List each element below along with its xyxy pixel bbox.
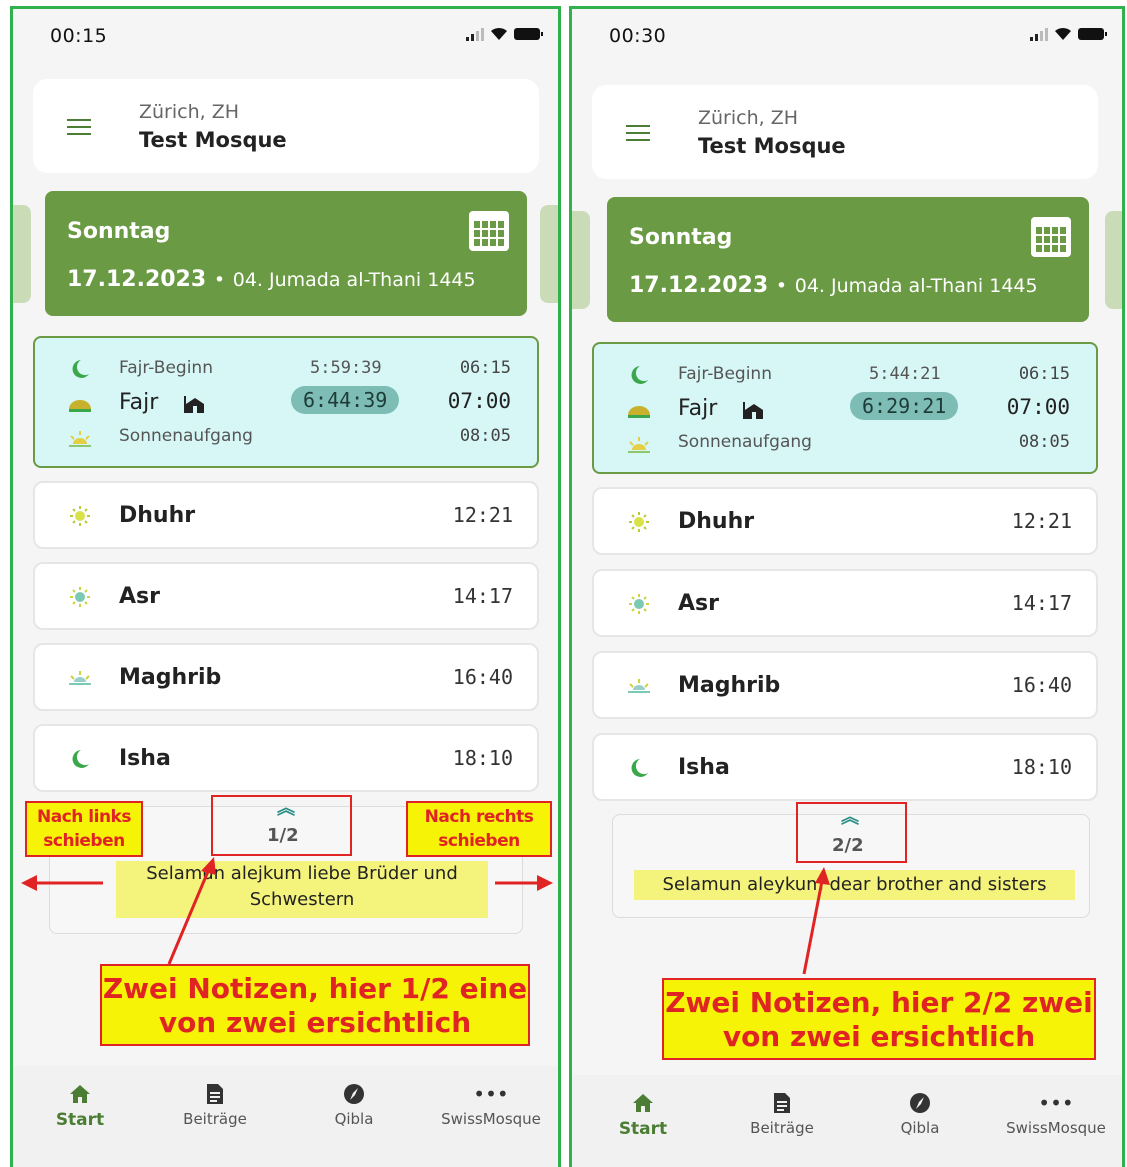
annotation-arrows [802,867,830,975]
annotation-arrows [21,857,553,965]
nav-label: Start [55,1110,105,1130]
document-icon [207,1084,223,1104]
nav-label: Beiträge [750,1119,814,1137]
nav-qibla[interactable]: Qibla [294,1080,414,1128]
document-icon [774,1093,790,1113]
bottom-nav: Start Beiträge Qibla ••• SwissMosque [13,1066,558,1167]
more-icon: ••• [1038,1091,1074,1115]
nav-label: Qibla [334,1110,374,1128]
nav-posts[interactable]: Beiträge [155,1080,275,1128]
nav-label: Start [618,1119,668,1139]
nav-label: Beiträge [183,1110,247,1128]
nav-start[interactable]: Start [20,1080,140,1130]
home-icon [633,1094,653,1112]
more-icon: ••• [473,1082,509,1106]
nav-label: Qibla [900,1119,940,1137]
compass-icon [910,1093,930,1113]
bottom-nav: Start Beiträge Qibla ••• SwissMosque [572,1075,1122,1167]
nav-posts[interactable]: Beiträge [722,1089,842,1137]
nav-label: SwissMosque [441,1110,541,1128]
nav-label: SwissMosque [1006,1119,1106,1137]
compass-icon [344,1084,364,1104]
phone-screen-2: 00:30 Zürich, ZH Test Mosque Sonntag 17.… [569,6,1125,1167]
nav-qibla[interactable]: Qibla [860,1089,980,1137]
comparison-canvas: 00:15 Zürich, ZH Test Mosque Sonntag 17.… [0,0,1127,1167]
nav-more[interactable]: ••• SwissMosque [996,1089,1116,1137]
phone-screen-1: 00:15 Zürich, ZH Test Mosque Sonntag 17.… [10,6,561,1167]
nav-more[interactable]: ••• SwissMosque [431,1080,551,1128]
home-icon [70,1085,90,1103]
nav-start[interactable]: Start [583,1089,703,1139]
